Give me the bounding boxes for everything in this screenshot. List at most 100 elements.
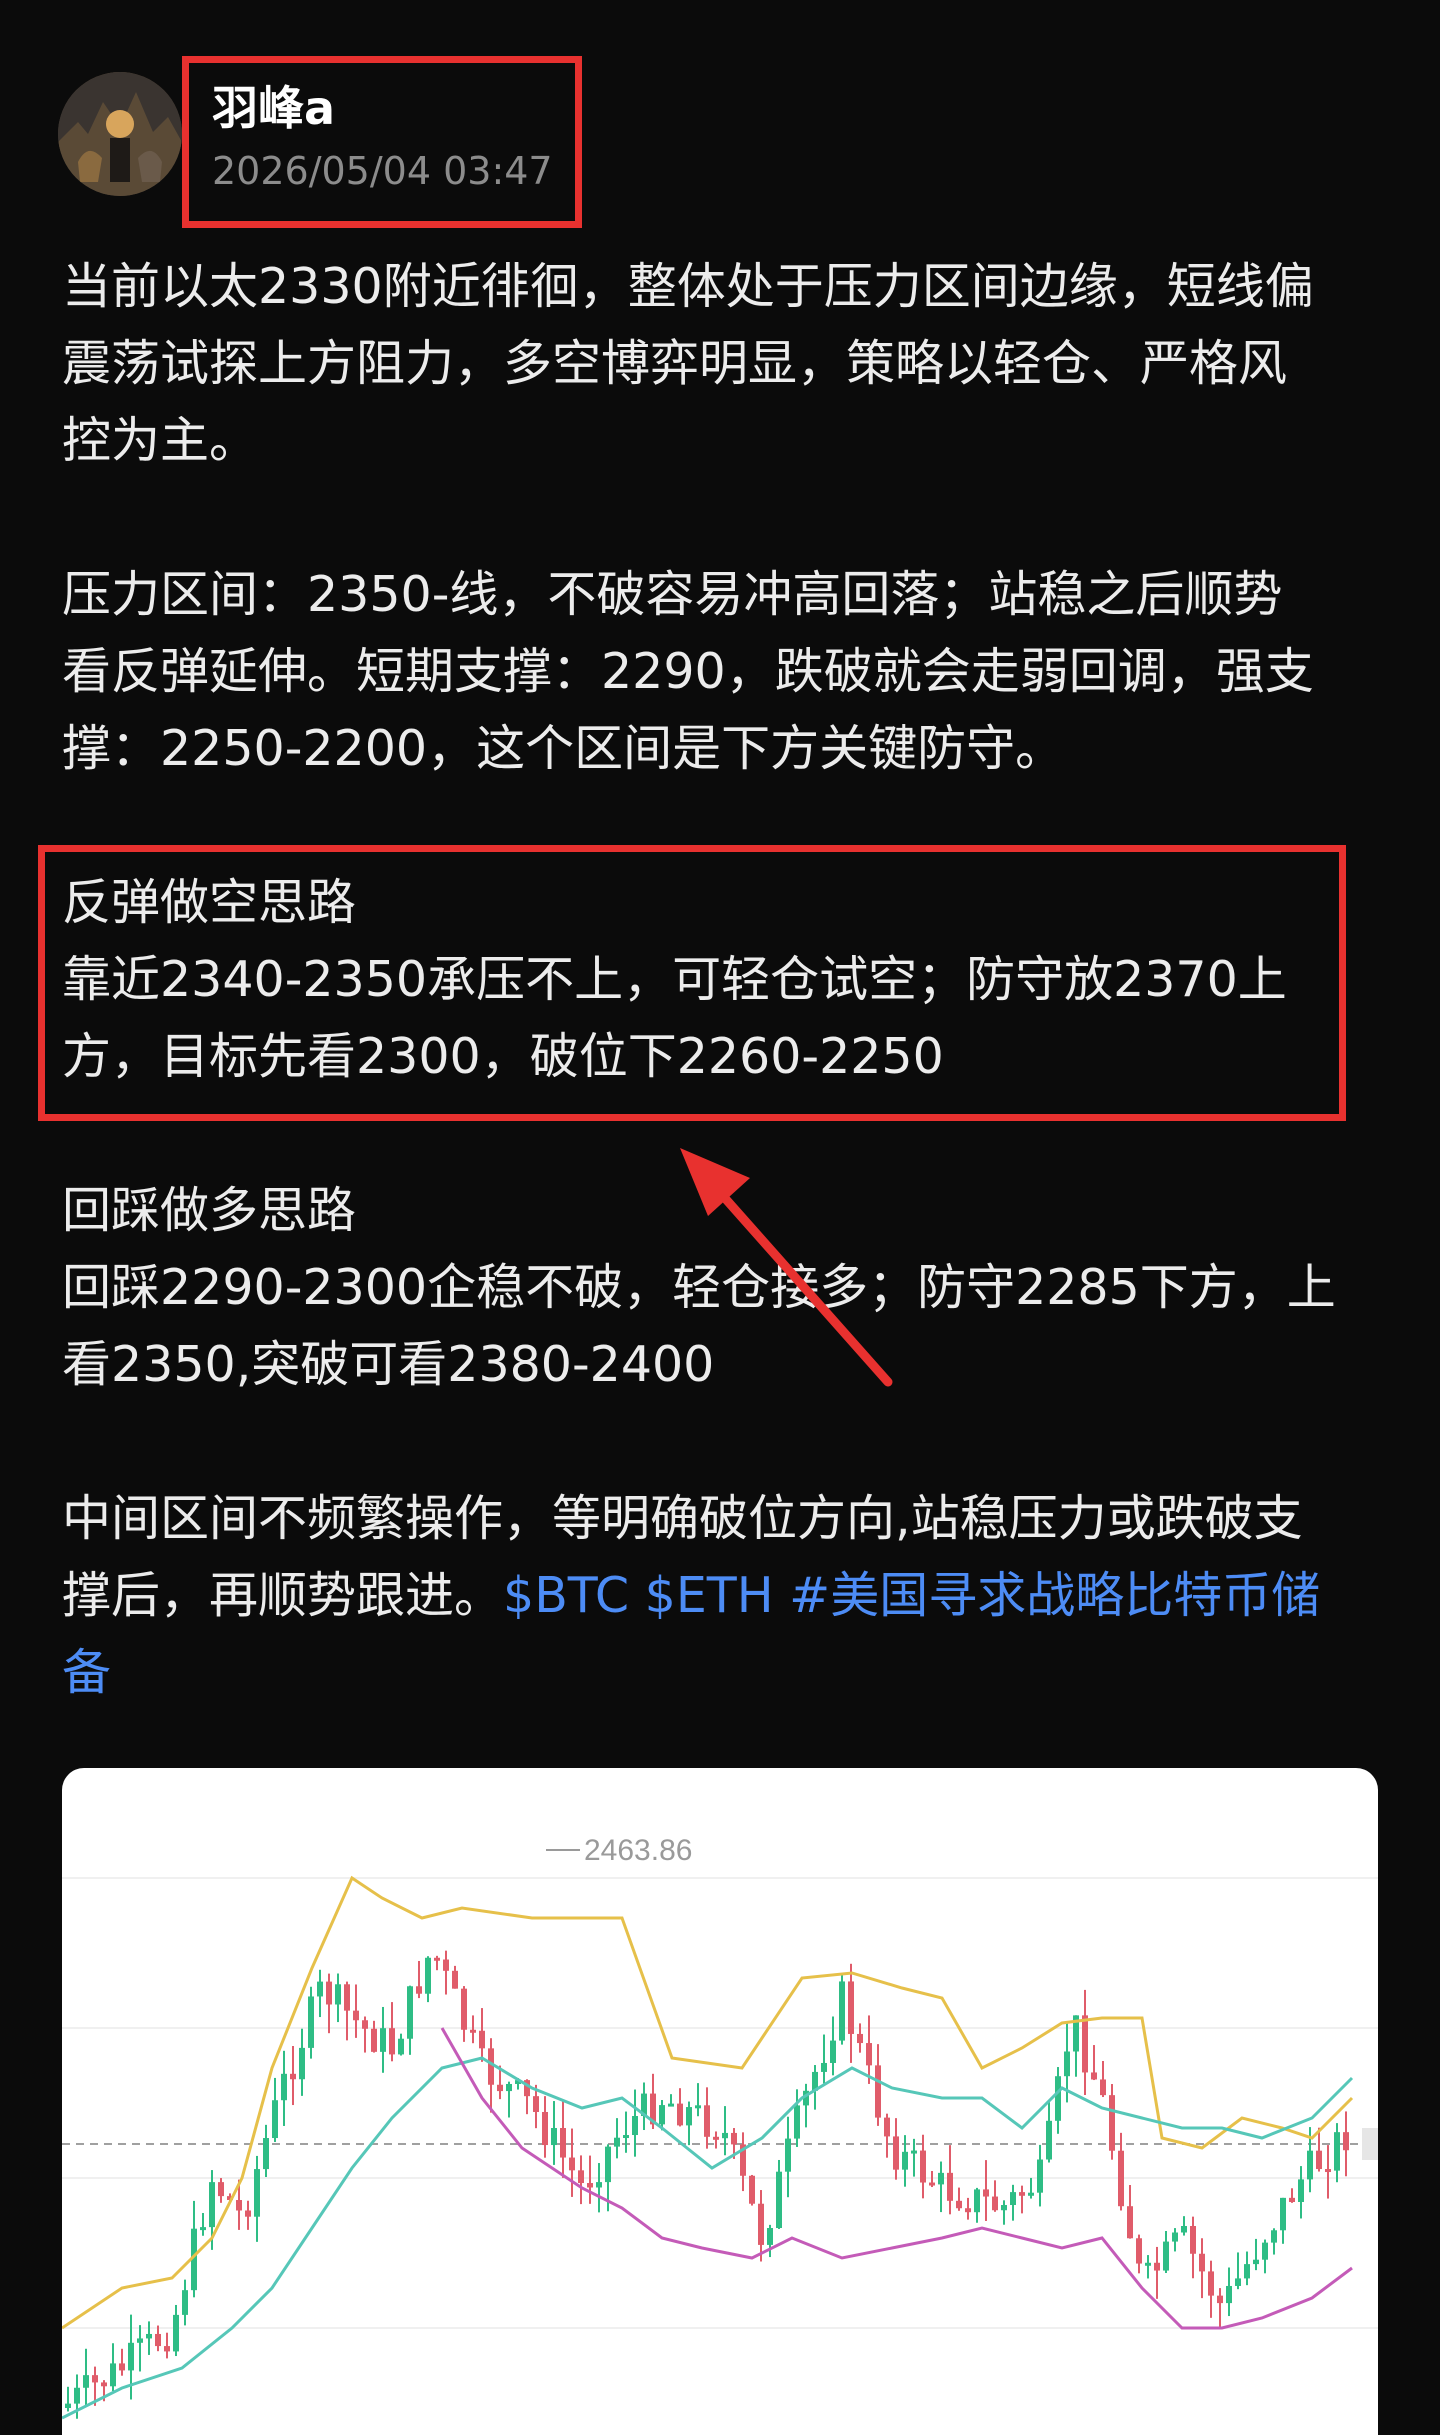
candle-body [101,2382,107,2387]
avatar[interactable] [58,72,182,196]
candle-body [1091,2072,1097,2080]
author-name[interactable]: 羽峰a [212,78,335,138]
candle-body [794,2105,800,2139]
candle-body [749,2175,755,2204]
candle-body [506,2083,512,2092]
candle-body [875,2065,881,2118]
candle-body [920,2150,926,2183]
avatar-image-icon [58,72,182,196]
candle-body [992,2196,998,2211]
candle-body [569,2157,575,2171]
candles [65,1950,1349,2419]
candle-body [1262,2242,1268,2260]
candle-body [1109,2095,1115,2151]
candle-body [1046,2120,1052,2160]
candle-body [353,2010,359,2021]
candle-body [317,1981,323,1997]
candle-body [1127,2206,1133,2239]
candle-body [911,2150,917,2154]
short-strategy-highlight-box [38,845,1346,1121]
candle-body [398,2038,404,2055]
candle-body [1217,2295,1223,2304]
candle-body [884,2117,890,2137]
candle-body [461,1988,467,2030]
candle-body [551,2128,557,2146]
candle-body [677,2103,683,2126]
candle-body [623,2135,629,2139]
candle-body [308,1996,314,2048]
post-screen: 羽峰a 2026/05/04 03:47 当前以太2330附近徘徊，整体处于压力… [0,0,1440,2435]
candle-body [1118,2150,1124,2207]
candle-body [272,2100,278,2139]
candle-body [1154,2262,1160,2271]
candle-body [1019,2192,1025,2196]
candle-body [218,2182,224,2197]
candle-body [1271,2230,1277,2243]
candle-body [479,2030,485,2049]
candle-body [1136,2238,1142,2264]
candle-body [209,2182,215,2228]
candle-body [983,2189,989,2197]
candle-body [254,2169,260,2217]
candle-body [974,2189,980,2213]
candle-body [1100,2079,1106,2096]
tag-eth[interactable]: $ETH [645,1567,774,1624]
candle-body [488,2048,494,2085]
candle-body [263,2138,269,2170]
candle-body [371,2028,377,2052]
candle-body [704,2105,710,2137]
candle-body [1190,2226,1196,2254]
candle-body [821,2062,827,2072]
candle-body [866,2043,872,2066]
candle-body [1244,2264,1250,2279]
current-price-tag [1362,2128,1378,2160]
candle-body [947,2172,953,2201]
candle-body [731,2132,737,2145]
candle-body [1325,2169,1331,2173]
candle-body [1235,2278,1241,2286]
candle-body [785,2138,791,2172]
candle-body [1343,2132,1349,2151]
post-paragraph-levels: 压力区间：2350-线，不破容易冲高回落；站稳之后顺势 看反弹延伸。短期支撑：2… [62,566,1314,777]
candle-body [830,2040,836,2063]
candle-body [1082,2015,1088,2073]
candle-body [605,2146,611,2183]
high-price-label: 2463.86 [584,1834,692,1867]
candle-body [938,2172,944,2185]
candle-body [470,2029,476,2033]
candle-body [1307,2150,1313,2180]
candle-body [1280,2197,1286,2231]
candle-body [497,2084,503,2092]
candle-body [1226,2285,1232,2304]
candle-body [1037,2159,1043,2193]
candle-body [659,2105,665,2125]
chart-grid [62,1877,1378,2329]
candle-body [686,2107,692,2126]
candle-body [146,2333,152,2339]
red-arrow-icon [680,1148,893,1387]
candle-body [200,2227,206,2231]
candle-body [596,2182,602,2188]
candle-body [380,2028,386,2052]
price-chart-image[interactable]: 2463.86 [62,1768,1378,2435]
candle-body [155,2333,161,2347]
candle-body [119,2363,125,2371]
candle-body [389,2028,395,2055]
candle-body [362,2020,368,2029]
candle-body [443,1959,449,1971]
candle-body [416,1986,422,1994]
candle-body [1334,2132,1340,2171]
candle-body [173,2314,179,2352]
tag-btc[interactable]: $BTC [503,1567,629,1624]
candle-body [857,2033,863,2044]
candle-body [713,2136,719,2140]
candle-body [956,2200,962,2209]
post-paragraph-intro: 当前以太2330附近徘徊，整体处于压力区间边缘，短线偏 震荡试探上方阻力，多空博… [62,258,1314,469]
candle-body [236,2200,242,2211]
post-paragraph-summary: 中间区间不频繁操作，等明确破位方向,站稳压力或跌破支 撑后，再顺势跟进。$BTC… [62,1480,1392,1711]
candle-body [74,2387,80,2404]
candle-body [245,2210,251,2217]
candle-body [335,1984,341,2005]
candle-body [839,1981,845,2041]
candle-body [767,2228,773,2245]
